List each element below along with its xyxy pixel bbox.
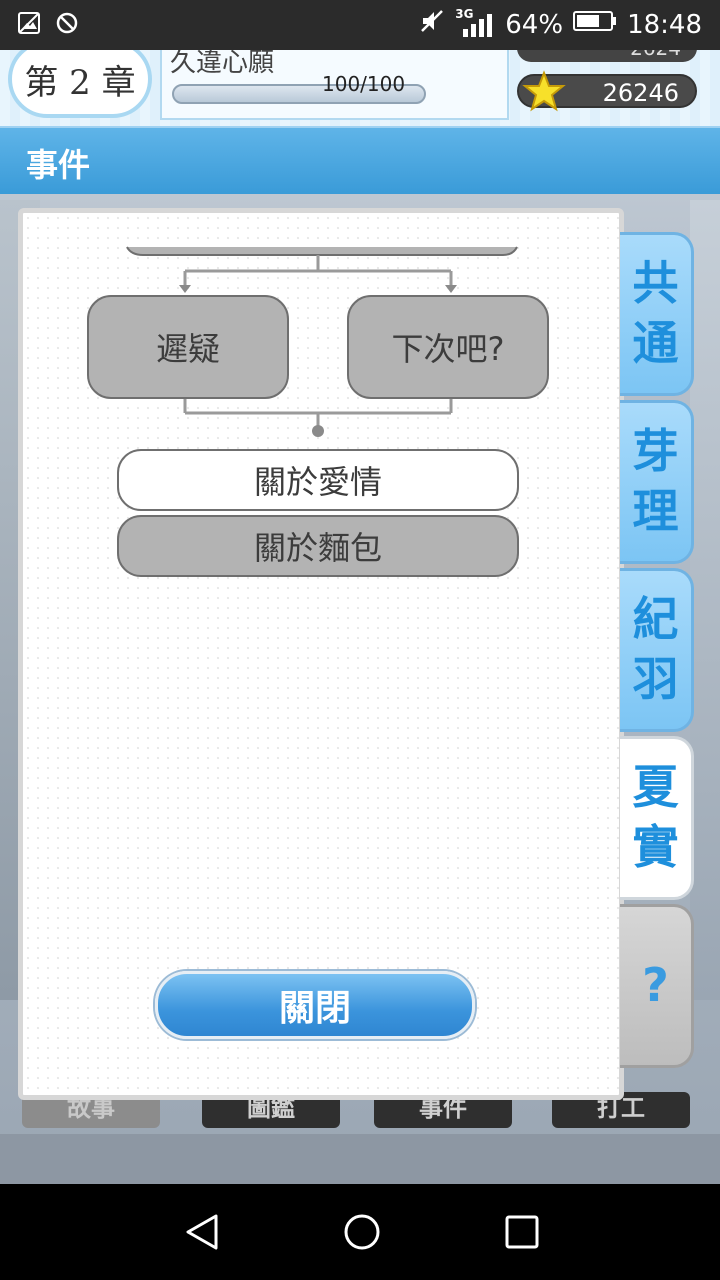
signal-icon: 3G [455,7,495,39]
section-title: 事件 [26,146,91,184]
status-bar: 3G 64% 18:48 [0,0,720,50]
background-scene-right [690,200,720,1000]
mute-icon [419,8,445,41]
chapter-title: 久違心願 [170,50,275,78]
side-tab-common[interactable]: 共 通 [620,232,694,396]
event-flow-dialog: 遲疑 下次吧? 關於愛情 關於麵包 關閉 [18,208,624,1100]
section-header: 事件 [0,126,720,194]
side-tab-label: 芽 [632,424,679,478]
progress-text: 100/100 [322,72,406,96]
side-tab-label: 理 [632,484,679,538]
event-node-bread[interactable]: 關於麵包 [117,515,519,577]
side-tab-label: 夏 [632,760,679,814]
back-icon[interactable] [182,1212,222,1252]
side-tab-label: 通 [632,316,679,370]
battery-percent: 64% [505,9,564,40]
side-tab-natsumi[interactable]: 夏 實 [620,736,694,900]
side-tab-label: 實 [632,820,679,874]
sync-off-icon [54,10,80,36]
side-tab-kiu[interactable]: 紀 羽 [620,568,694,732]
choice-node-next-time[interactable]: 下次吧? [347,295,549,399]
game-screen: 第 2 章 久違心願 100/100 2624 26246 事件 故事 圖鑑 事… [0,50,720,1184]
side-tab-label: 共 [632,256,679,310]
chapter-badge: 第 2 章 [8,50,152,118]
game-header: 第 2 章 久違心願 100/100 2624 26246 [0,50,720,128]
star-icon [522,70,566,112]
image-icon [16,10,42,36]
currency-top-counter: 2624 [517,50,697,62]
side-tab-label: ? [642,958,669,1012]
navigation-bar [0,1184,720,1280]
recent-apps-icon[interactable] [504,1214,540,1250]
battery-icon [573,9,617,40]
side-tab-label: 紀 [632,592,679,646]
side-tab-yari[interactable]: 芽 理 [620,400,694,564]
side-tab-label: 羽 [632,652,679,706]
side-tab-unknown[interactable]: ? [620,904,694,1068]
choice-node-hesitate[interactable]: 遲疑 [87,295,289,399]
close-button[interactable]: 關閉 [155,971,475,1039]
footer-strip [0,1134,720,1184]
clock: 18:48 [627,9,702,40]
event-node-love[interactable]: 關於愛情 [117,449,519,511]
status-left-icons [16,10,80,36]
status-right: 3G 64% 18:48 [419,7,702,41]
home-icon[interactable] [342,1212,382,1252]
